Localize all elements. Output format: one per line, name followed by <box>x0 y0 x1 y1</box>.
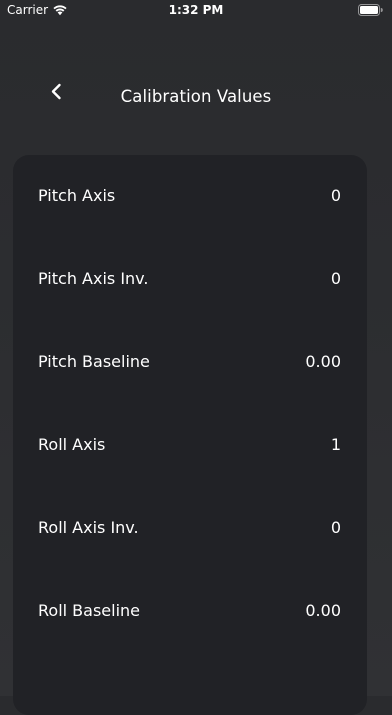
row-value: 0 <box>330 186 341 205</box>
row-label: Pitch Axis Inv. <box>38 269 149 288</box>
battery-icon <box>358 4 383 16</box>
navigation-bar: Calibration Values <box>0 70 392 126</box>
list-item-roll-baseline: Roll Baseline 0.00 <box>13 591 367 631</box>
status-bar: Carrier 1:32 PM <box>0 0 392 24</box>
row-value: 0.00 <box>305 601 341 620</box>
calibration-values-list: Pitch Axis 0 Pitch Axis Inv. 0 Pitch Bas… <box>13 155 367 715</box>
row-value: 0 <box>330 269 341 288</box>
row-value: 0 <box>330 518 341 537</box>
clock: 1:32 PM <box>168 3 224 17</box>
row-label: Pitch Baseline <box>38 352 150 371</box>
row-value: 0.00 <box>305 352 341 371</box>
list-item-pitch-baseline: Pitch Baseline 0.00 <box>13 342 367 382</box>
row-label: Roll Axis Inv. <box>38 518 139 537</box>
list-item-pitch-axis-inv: Pitch Axis Inv. 0 <box>13 259 367 299</box>
row-label: Pitch Axis <box>38 186 116 205</box>
list-item-roll-axis-inv: Roll Axis Inv. 0 <box>13 508 367 548</box>
list-item-roll-axis: Roll Axis 1 <box>13 425 367 465</box>
row-label: Roll Axis <box>38 435 106 454</box>
page-title: Calibration Values <box>120 87 272 106</box>
row-value: 1 <box>330 435 341 454</box>
list-item-pitch-axis: Pitch Axis 0 <box>13 176 367 216</box>
row-label: Roll Baseline <box>38 601 140 620</box>
